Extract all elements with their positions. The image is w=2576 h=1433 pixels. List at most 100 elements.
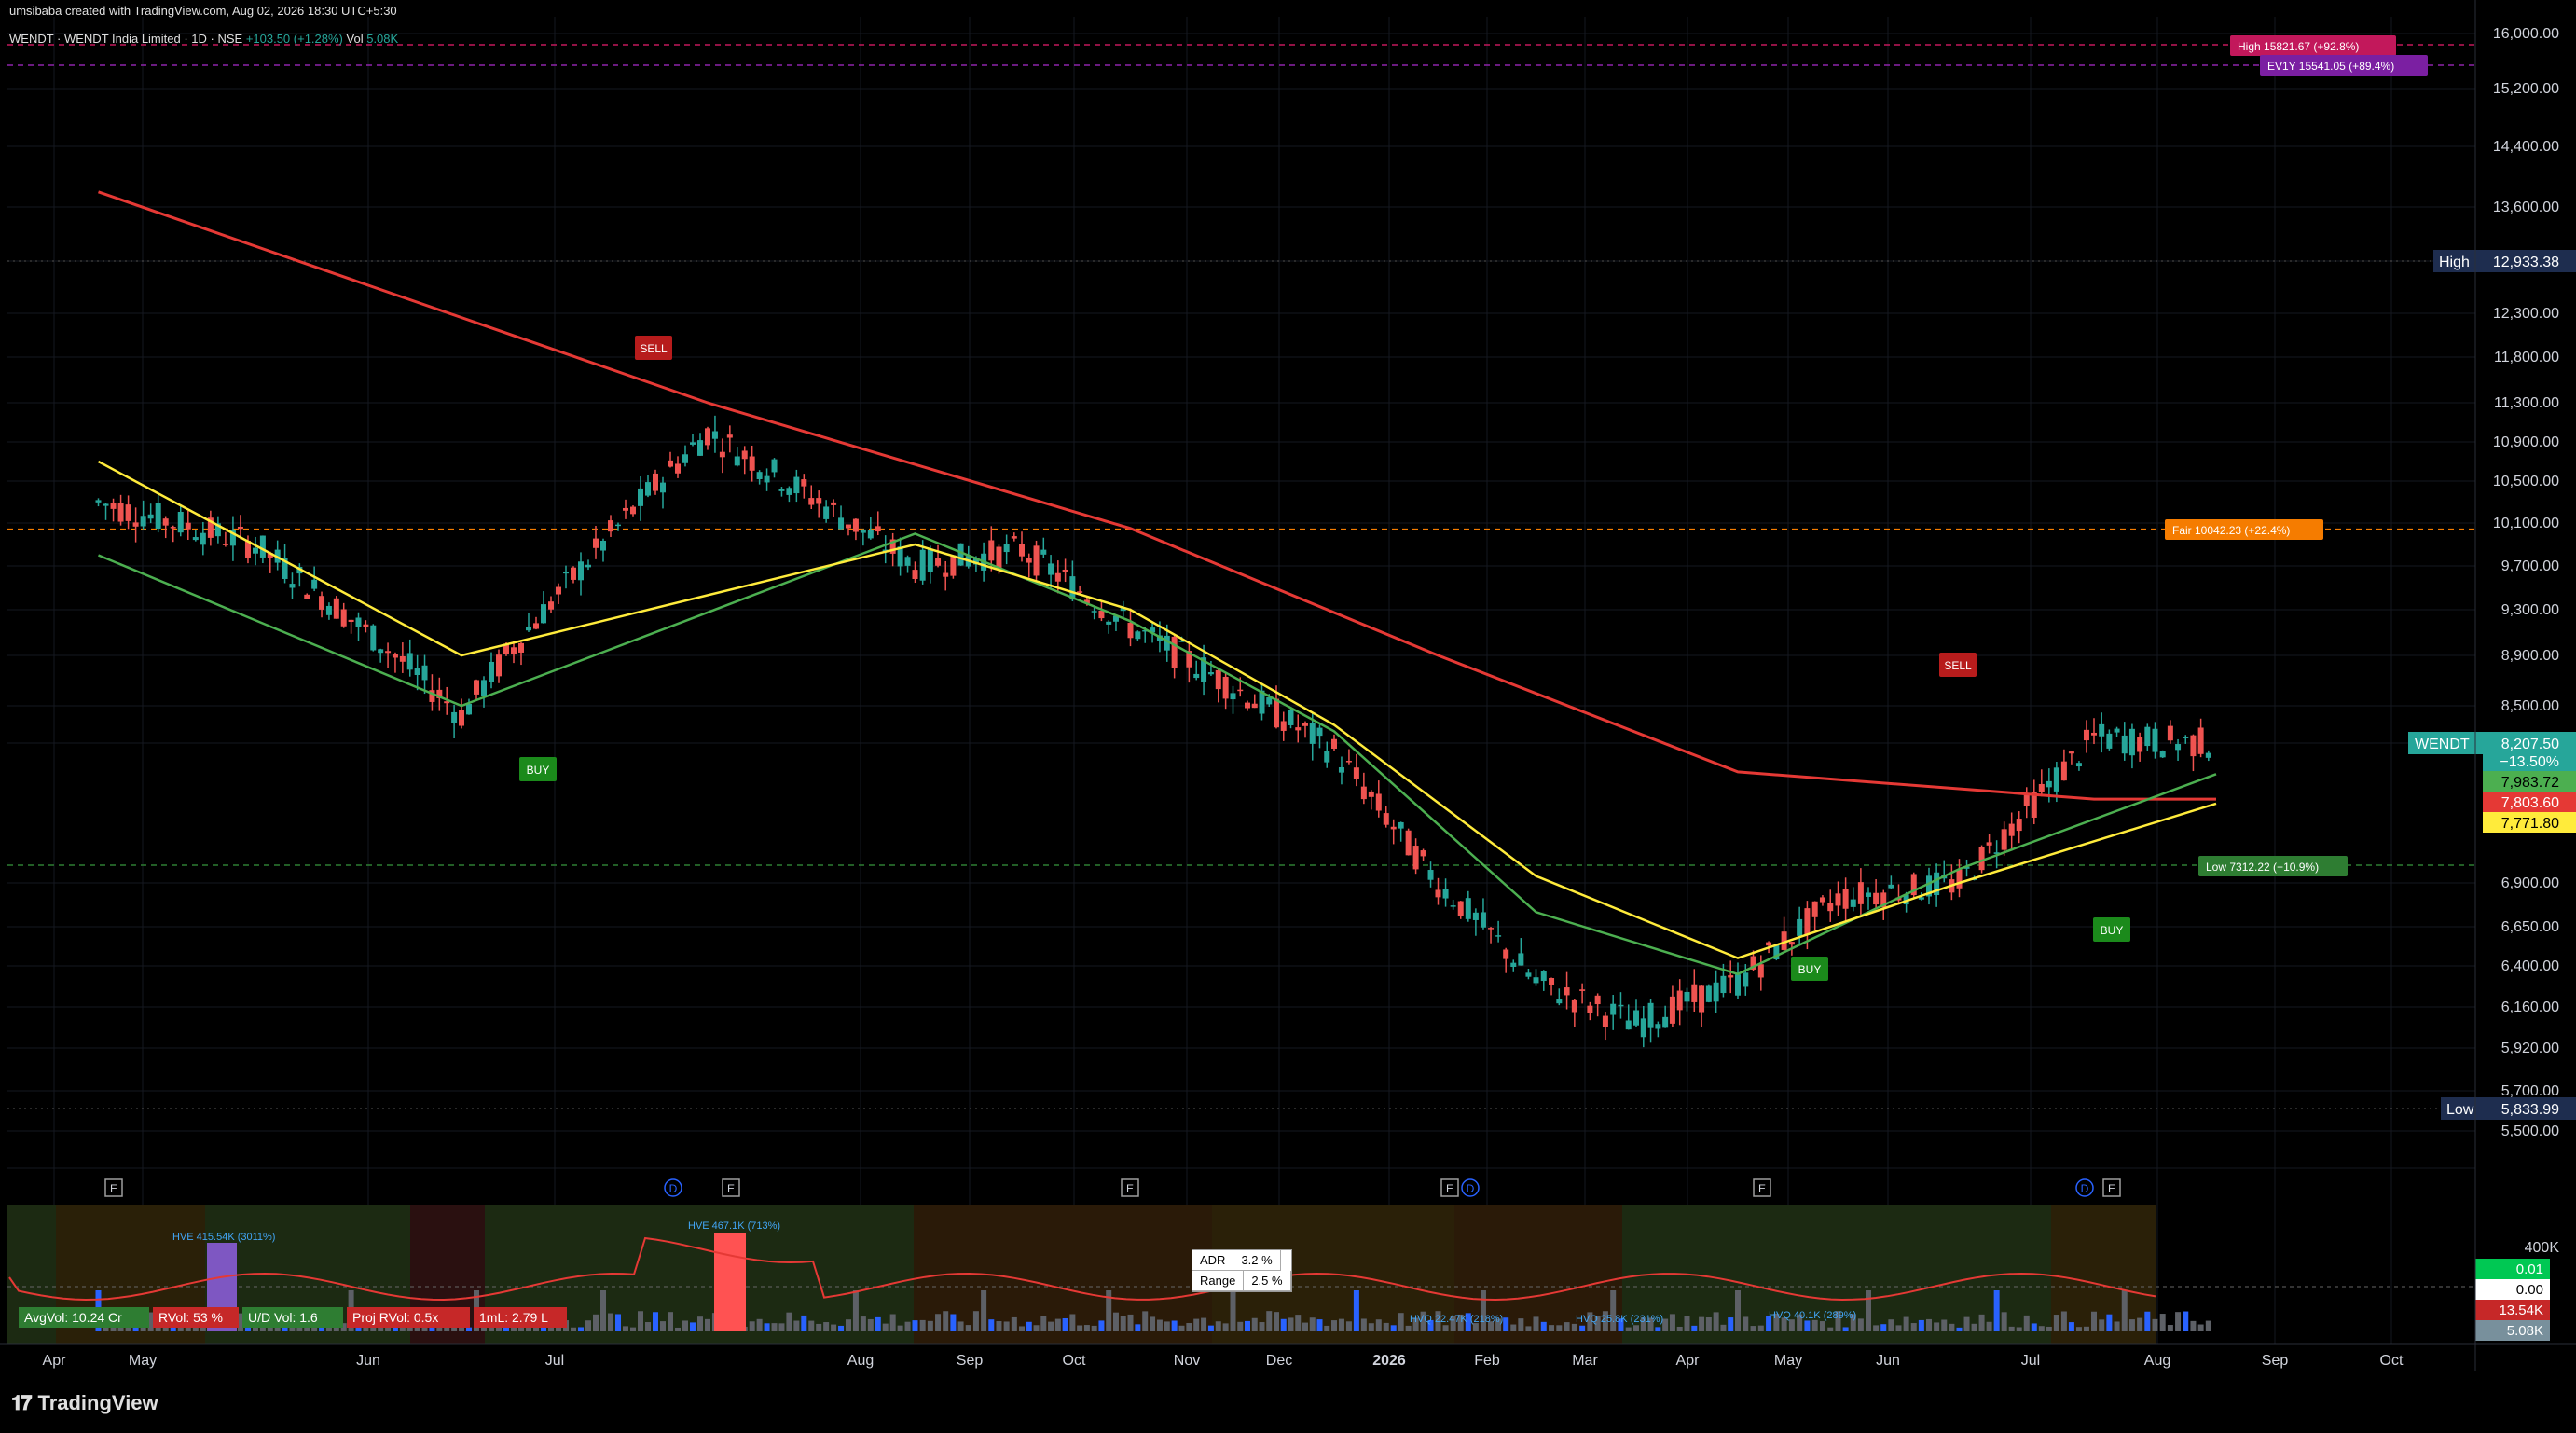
volume-bar xyxy=(1525,1326,1532,1331)
candle-body xyxy=(1669,996,1675,1024)
volume-bar xyxy=(682,1320,688,1331)
time-axis-tick: May xyxy=(129,1353,157,1369)
adr-label: ADR xyxy=(1192,1250,1234,1271)
volume-bar xyxy=(1383,1322,1389,1331)
volume-bar xyxy=(831,1324,837,1331)
volume-bar xyxy=(578,1327,584,1331)
candle-body xyxy=(1835,893,1841,906)
volume-bar xyxy=(1669,1314,1675,1331)
candle-body xyxy=(2106,733,2113,749)
time-axis-tick: Aug xyxy=(2144,1353,2170,1369)
candle-body xyxy=(1091,611,1097,613)
volume-bar xyxy=(927,1320,933,1331)
volume-bar xyxy=(786,1312,792,1331)
time-axis-tick: Dec xyxy=(1266,1353,1292,1369)
volume-bar xyxy=(1918,1319,1924,1331)
candle-body xyxy=(1193,673,1200,679)
candle-body xyxy=(2190,735,2197,757)
event-marker-label: E xyxy=(110,1182,117,1195)
candle-body xyxy=(1251,703,1258,709)
candle-body xyxy=(1594,995,1601,1005)
event-marker-label: E xyxy=(1758,1182,1766,1195)
candle-body xyxy=(711,431,718,439)
candle-body xyxy=(808,498,815,505)
candle-body xyxy=(2137,737,2143,752)
volume-tag: 5.08K xyxy=(2507,1323,2543,1339)
candle-body xyxy=(927,549,933,572)
candle-body xyxy=(385,651,392,654)
candle-body xyxy=(1857,882,1864,904)
candle-body xyxy=(95,500,102,503)
price-chart[interactable]: SELL SELL BUY BUY BUY E D E E E D E D E High 15821.67 … xyxy=(0,0,2576,1433)
volume-bar xyxy=(623,1326,628,1331)
candle-body xyxy=(816,498,822,504)
candle-body xyxy=(1503,949,1509,959)
volume-bar xyxy=(1390,1325,1397,1331)
volume-bar xyxy=(1316,1319,1323,1331)
candle-body xyxy=(852,518,859,532)
volume-bar xyxy=(2091,1311,2097,1331)
volume-bar xyxy=(1705,1317,1712,1331)
volume-bar xyxy=(1743,1316,1749,1331)
volume-bar xyxy=(778,1323,785,1331)
candle-body xyxy=(2175,744,2182,751)
candle-body xyxy=(319,596,325,610)
volume-bar xyxy=(1201,1317,1207,1331)
candle-body xyxy=(2060,761,2067,781)
candle-body xyxy=(563,572,569,574)
candle-body xyxy=(1518,953,1524,966)
candle-body xyxy=(697,440,703,456)
time-axis-tick: Feb xyxy=(1474,1353,1500,1369)
candle-body xyxy=(1819,897,1825,903)
candle-body xyxy=(1602,1015,1608,1027)
candle-body xyxy=(1728,975,1734,978)
candle-body xyxy=(2083,729,2089,741)
volume-bar xyxy=(2167,1325,2173,1331)
candle-body xyxy=(1699,985,1705,1013)
ma-yellow-tag: 7,771.80 xyxy=(2501,816,2559,832)
candle-body xyxy=(1019,544,1025,557)
candle-body xyxy=(1676,990,1683,1011)
volume-axis-tick: 400K xyxy=(2525,1240,2560,1256)
time-axis-tick: Sep xyxy=(2262,1353,2289,1369)
volume-bar xyxy=(2121,1290,2128,1331)
candle-body xyxy=(451,711,458,723)
candle-body xyxy=(311,579,318,589)
candle-body xyxy=(1127,622,1134,639)
volume-bar xyxy=(1171,1320,1178,1331)
candle-body xyxy=(1077,591,1083,593)
volume-bar xyxy=(1880,1324,1887,1331)
volume-bar xyxy=(1986,1321,1992,1331)
volume-bar xyxy=(600,1290,606,1331)
candle-body xyxy=(1480,912,1486,928)
candle-body xyxy=(1040,549,1047,555)
volume-bar xyxy=(1353,1290,1359,1331)
candle-body xyxy=(1230,693,1236,700)
candle-body xyxy=(421,665,428,681)
candle-body xyxy=(481,680,487,696)
volume-stat: Proj RVol: 0.5x xyxy=(352,1310,438,1325)
volume-bar xyxy=(1156,1319,1163,1331)
candle-body xyxy=(1383,813,1389,825)
volume-bar xyxy=(1533,1316,1539,1331)
candle-body xyxy=(1735,974,1741,996)
price-axis-tick: 6,400.00 xyxy=(2501,958,2559,974)
volume-bar xyxy=(1120,1316,1126,1331)
volume-bar xyxy=(1503,1317,1509,1331)
tradingview-logo[interactable]: ⁠𝟏𝟕 TradingView xyxy=(11,1391,158,1415)
volume-stat: 1mL: 2.79 L xyxy=(479,1310,548,1325)
candle-body xyxy=(185,522,191,530)
candle-body xyxy=(996,546,1002,569)
signal-buy-label: BUY xyxy=(2101,924,2124,937)
candle-body xyxy=(414,668,420,676)
volume-bar xyxy=(1062,1317,1068,1331)
event-marker-label: E xyxy=(727,1182,735,1195)
candle-body xyxy=(140,516,146,527)
volume-bar xyxy=(1091,1325,1097,1331)
volume-bar xyxy=(1963,1316,1970,1331)
candle-body xyxy=(578,561,584,581)
volume-bar xyxy=(1215,1321,1221,1331)
range-value: 2.5 % xyxy=(1244,1271,1291,1291)
volume-bar xyxy=(816,1323,822,1331)
event-marker-label: E xyxy=(1126,1182,1134,1195)
